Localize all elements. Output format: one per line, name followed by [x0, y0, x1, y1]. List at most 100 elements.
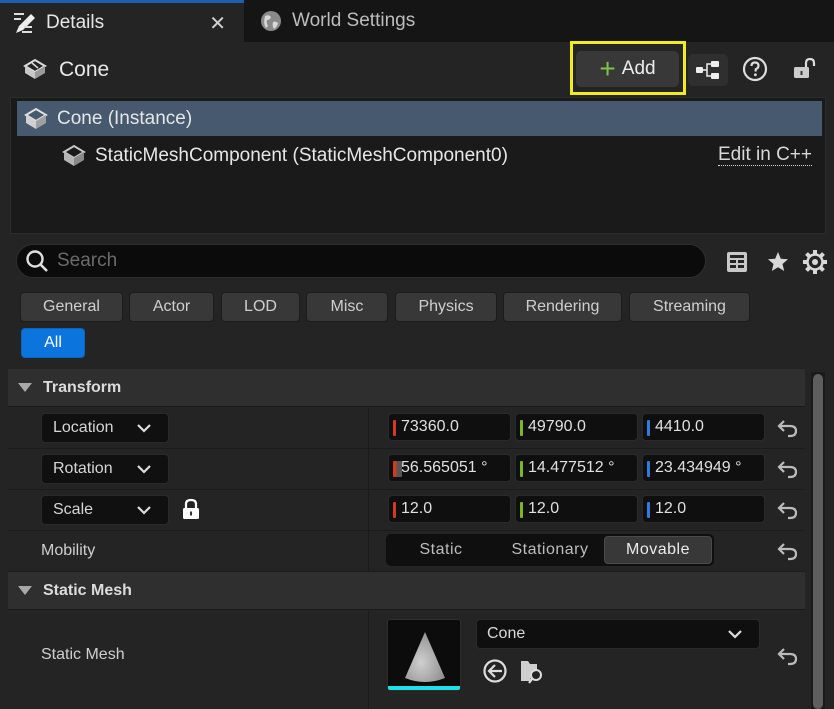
filter-actor[interactable]: Actor: [129, 292, 214, 322]
chevron-down-icon: [137, 424, 151, 433]
scale-y-field[interactable]: 12.0: [515, 495, 638, 523]
reset-to-default-icon[interactable]: [776, 540, 800, 562]
scale-lock-icon[interactable]: [181, 498, 201, 520]
static-mesh-asset-picker[interactable]: Cone: [476, 619, 760, 649]
reset-to-default-icon[interactable]: [776, 417, 800, 439]
section-title: Static Mesh: [43, 581, 132, 599]
x-axis-marker: [393, 461, 402, 477]
value: 23.434949 °: [655, 459, 742, 476]
column-divider: [368, 490, 369, 530]
scrollbar-thumb[interactable]: [813, 374, 823, 709]
dropdown-label: Rotation: [53, 460, 113, 477]
dropdown-label: Scale: [53, 501, 94, 518]
details-panel: Cone + Add Cone (Instance) StaticMeshCom…: [0, 41, 834, 709]
rotation-z-field[interactable]: 23.434949 °: [642, 454, 765, 482]
value: 12.0: [655, 500, 687, 517]
chevron-down-icon: [137, 465, 151, 474]
collapse-triangle-icon: [18, 586, 32, 595]
column-divider: [368, 531, 369, 571]
section-title: Transform: [43, 378, 122, 396]
tab-world-settings[interactable]: World Settings: [248, 0, 468, 42]
scale-x-field[interactable]: 12.0: [388, 495, 511, 523]
static-mesh-actor-icon: [22, 58, 48, 82]
component-tree: Cone (Instance) StaticMeshComponent (Sta…: [10, 97, 826, 234]
add-button-label: Add: [621, 58, 656, 79]
filter-rendering[interactable]: Rendering: [503, 292, 622, 322]
property-row-location: Location 73360.0 49790.0 4410.0: [8, 408, 805, 449]
help-button[interactable]: [741, 55, 769, 83]
browse-asset-icon[interactable]: [519, 657, 545, 685]
filter-misc[interactable]: Misc: [306, 292, 388, 322]
tab-details[interactable]: Details ✕: [0, 0, 244, 42]
mobility-movable[interactable]: Movable: [604, 536, 712, 564]
details-scrollbar[interactable]: [811, 372, 825, 709]
rotation-y-field[interactable]: 14.477512 °: [515, 454, 638, 482]
section-static-mesh[interactable]: Static Mesh: [8, 572, 805, 610]
property-row-rotation: Rotation 56.565051 ° 14.477512 ° 23.4349…: [8, 449, 805, 490]
section-transform[interactable]: Transform: [8, 369, 805, 407]
chevron-down-icon: [728, 630, 742, 639]
static-mesh-thumbnail[interactable]: [387, 619, 461, 691]
location-mode-dropdown[interactable]: Location: [41, 413, 169, 443]
location-z-field[interactable]: 4410.0: [642, 413, 765, 441]
x-axis-marker: [393, 420, 396, 436]
help-icon: [742, 56, 768, 82]
column-divider: [368, 408, 369, 448]
tab-details-label: Details: [46, 11, 105, 33]
property-matrix-button[interactable]: [724, 249, 750, 275]
details-header: Cone + Add: [0, 41, 834, 98]
settings-button[interactable]: [802, 249, 828, 275]
z-axis-marker: [647, 461, 650, 477]
component-label: Cone (Instance): [57, 107, 193, 129]
hierarchy-icon: [696, 61, 719, 79]
chevron-down-icon: [137, 506, 151, 515]
use-selected-asset-icon[interactable]: [482, 658, 508, 684]
filter-general[interactable]: General: [20, 292, 123, 322]
unlocked-icon: [794, 57, 816, 78]
blueprint-hierarchy-button[interactable]: [688, 54, 728, 86]
edit-in-cpp-link[interactable]: Edit in C++: [718, 144, 812, 166]
component-row-staticmesh[interactable]: StaticMeshComponent (StaticMeshComponent…: [17, 138, 822, 173]
filter-physics[interactable]: Physics: [395, 292, 497, 322]
property-row-scale: Scale 12.0 12.0 12.0: [8, 490, 805, 531]
rotation-mode-dropdown[interactable]: Rotation: [41, 454, 169, 484]
close-icon[interactable]: ✕: [209, 11, 226, 36]
dropdown-label: Location: [53, 419, 114, 436]
search-box[interactable]: [16, 244, 706, 278]
add-component-button[interactable]: + Add: [576, 51, 679, 87]
value: 73360.0: [401, 418, 459, 435]
lock-selection-button[interactable]: [790, 54, 818, 84]
filter-lod[interactable]: LOD: [221, 292, 300, 322]
property-row-static-mesh: Static Mesh Cone: [8, 611, 805, 709]
value: 49790.0: [528, 418, 586, 435]
y-axis-marker: [520, 502, 523, 518]
reset-to-default-icon[interactable]: [776, 645, 800, 667]
filter-streaming[interactable]: Streaming: [629, 292, 750, 322]
mobility-static[interactable]: Static: [386, 536, 496, 564]
gear-icon: [803, 250, 827, 274]
x-axis-marker: [393, 502, 396, 518]
reset-to-default-icon[interactable]: [776, 458, 800, 480]
reset-to-default-icon[interactable]: [776, 499, 800, 521]
location-x-field[interactable]: 73360.0: [388, 413, 511, 441]
filter-all[interactable]: All: [21, 328, 85, 358]
static-mesh-actor-icon: [23, 106, 49, 132]
asset-name: Cone: [487, 625, 526, 642]
mobility-segmented-control: Static Stationary Movable: [386, 534, 714, 566]
scale-mode-dropdown[interactable]: Scale: [41, 495, 169, 525]
search-input[interactable]: [57, 250, 657, 272]
mobility-stationary[interactable]: Stationary: [496, 536, 604, 564]
favorites-button[interactable]: [765, 249, 791, 275]
search-icon: [26, 250, 48, 272]
globe-icon: [258, 8, 284, 34]
rotation-x-field[interactable]: 56.565051 °: [388, 454, 511, 482]
mobility-label: Mobility: [41, 542, 96, 559]
cone-thumbnail-icon: [405, 632, 445, 682]
value: 12.0: [528, 500, 560, 517]
pencil-details-icon: [12, 10, 38, 36]
scale-z-field[interactable]: 12.0: [642, 495, 765, 523]
component-row-instance[interactable]: Cone (Instance): [17, 101, 822, 136]
value: 12.0: [401, 500, 433, 517]
z-axis-marker: [647, 420, 650, 436]
location-y-field[interactable]: 49790.0: [515, 413, 638, 441]
